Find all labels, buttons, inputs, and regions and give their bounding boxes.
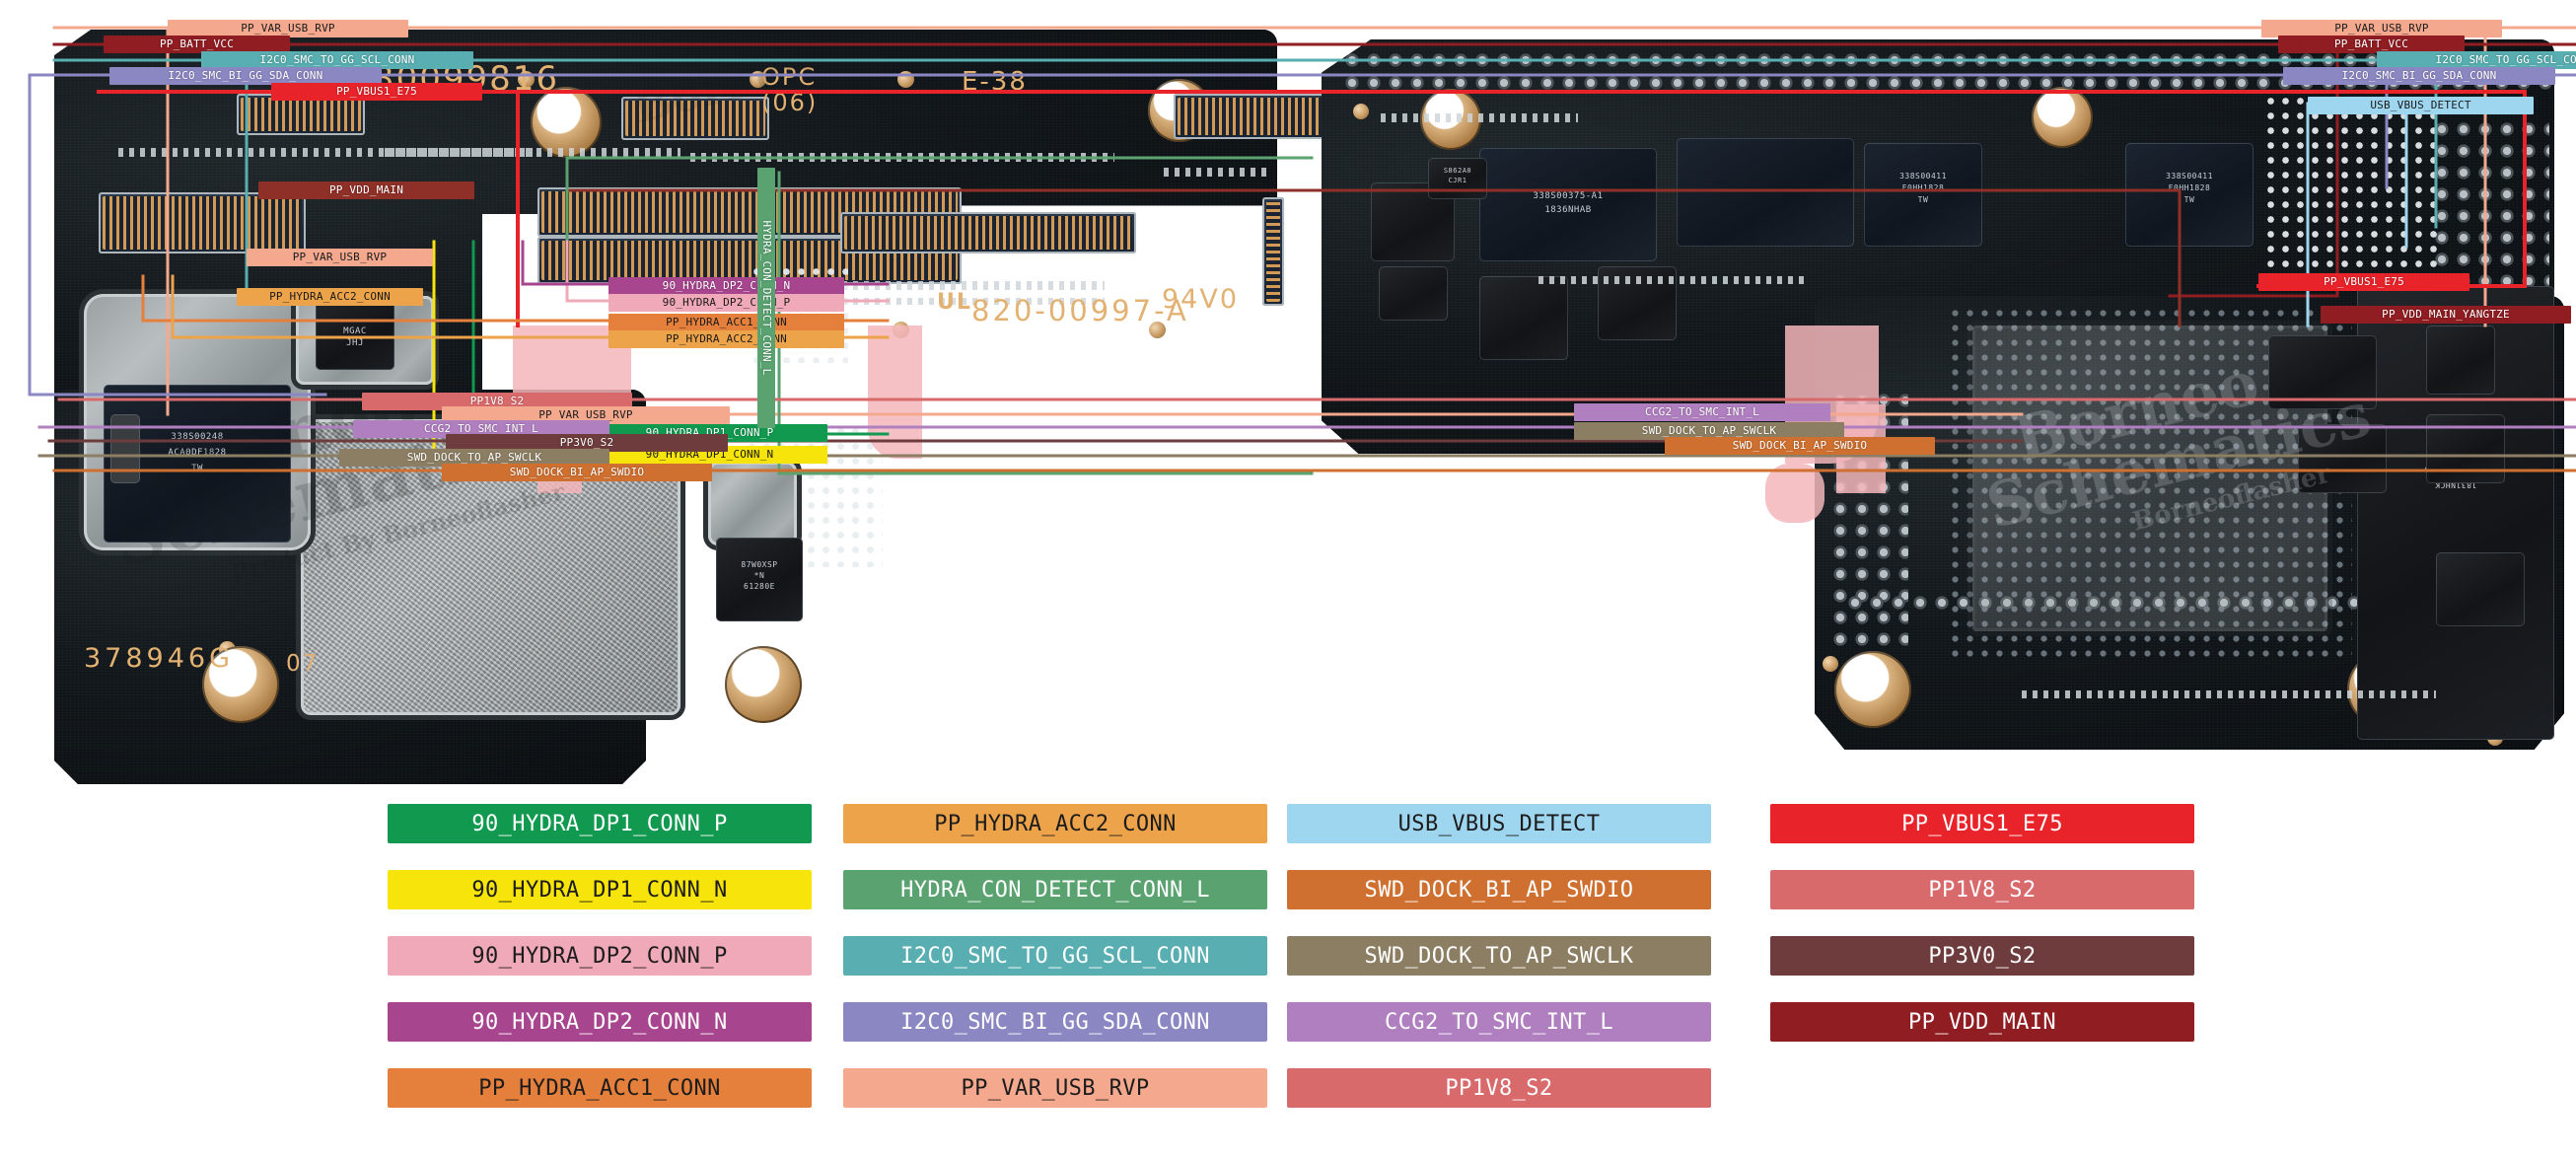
trace-label: PP_VBUS1_E75 [271, 83, 482, 101]
legend-item[interactable]: PP_HYDRA_ACC2_CONN [843, 804, 1267, 843]
trace-label: PP_VDD_MAIN_YANGTZE [2321, 306, 2571, 324]
legend-item[interactable]: I2C0_SMC_TO_GG_SCL_CONN [843, 936, 1267, 976]
trace-label: HYDRA_CON_DETECT_CONN_L [757, 168, 775, 428]
silk-rev: E-38 [962, 67, 1028, 97]
legend-item[interactable]: I2C0_SMC_BI_GG_SDA_CONN [843, 1002, 1267, 1042]
trace-label: 90_HYDRA_DP2_CONN_N [608, 277, 844, 295]
chip-338S00375: 338S00375-A1 1836NHAB [1479, 148, 1657, 261]
chip-line2: CJR1 [1448, 177, 1467, 184]
legend-item[interactable]: USB_VBUS_DETECT [1287, 804, 1711, 843]
chip-line3: TW [1917, 195, 1929, 204]
chip-line2: *N [753, 571, 765, 580]
legend-item[interactable]: 90_HYDRA_DP1_CONN_P [388, 804, 812, 843]
silk-flammability: 94V0 [1162, 284, 1240, 315]
signal-legend: 90_HYDRA_DP1_CONN_P 90_HYDRA_DP1_CONN_N 90… [0, 804, 2576, 1159]
legend-item[interactable]: HYDRA_CON_DETECT_CONN_L [843, 870, 1267, 909]
trace-label: PP_HYDRA_ACC2_CONN [608, 330, 844, 348]
chip-line1: 338S00411 [1899, 172, 1947, 181]
legend-column-4: PP_VBUS1_E75 PP1V8_S2 PP3V0_S2 PP_VDD_MAIN [1770, 804, 2194, 1068]
trace-label: PP_VAR_USB_RVP [247, 249, 433, 266]
chip-line2: E0HH1828 [1901, 183, 1945, 192]
board-photo-area: 338S00248 ACA0DF1828 TW MGAC JHJ 87W0XSP… [0, 0, 2576, 784]
trace-label: PP_VBUS1_E75 [2258, 273, 2469, 291]
legend-column-2: PP_HYDRA_ACC2_CONN HYDRA_CON_DETECT_CONN_… [843, 804, 1267, 1134]
trace-label: USB_VBUS_DETECT [2308, 97, 2534, 114]
legend-item[interactable]: SWD_DOCK_TO_AP_SWCLK [1287, 936, 1711, 976]
chip-TAT20 [110, 414, 140, 483]
silk-opc: OPC [761, 63, 818, 91]
legend-item[interactable]: PP1V8_S2 [1770, 870, 2194, 909]
legend-item[interactable]: PP3V0_S2 [1770, 936, 2194, 976]
legend-item[interactable]: PP_VDD_MAIN [1770, 1002, 2194, 1042]
chip-338S00411-a: 338S00411 E0HH1828 TW [1864, 143, 1982, 247]
trace-label: PP_HYDRA_ACC1_CONN [608, 314, 844, 331]
chip-S862A0: S862A0 CJR1 [1428, 158, 1487, 199]
board-diagram-page: 338S00248 ACA0DF1828 TW MGAC JHJ 87W0XSP… [0, 0, 2576, 1159]
chip-line2: E0HH1828 [2168, 183, 2211, 192]
chip-line1: 338S00411 [2166, 172, 2213, 181]
chip-line1: MGAC [343, 326, 367, 336]
chip-line2: 1836NHAB [1544, 205, 1592, 215]
trace-label: SWD_DOCK_BI_AP_SWDIO [1665, 437, 1935, 455]
legend-item[interactable]: CCG2_TO_SMC_INT_L [1287, 1002, 1711, 1042]
legend-item[interactable]: 90_HYDRA_DP1_CONN_N [388, 870, 812, 909]
silk-opc-rev: (06) [761, 89, 819, 116]
chip-338S00411-b: 338S00411 E0HH1828 TW [2125, 143, 2254, 247]
trace-label: PP_HYDRA_ACC2_CONN [237, 288, 423, 306]
chip-line3: 61280E [744, 582, 775, 591]
trace-label: CCG2_TO_SMC_INT_L [1574, 403, 1830, 421]
silk-batch: 378946G [84, 643, 234, 674]
legend-item[interactable]: PP_VAR_USB_RVP [843, 1068, 1267, 1108]
legend-item[interactable]: SWD_DOCK_BI_AP_SWDIO [1287, 870, 1711, 909]
chip-line1: 87W0XSP [741, 560, 778, 569]
legend-item[interactable]: PP_HYDRA_ACC1_CONN [388, 1068, 812, 1108]
legend-item[interactable]: 90_HYDRA_DP2_CONN_N [388, 1002, 812, 1042]
trace-label: I2C0_SMC_BI_GG_SDA_CONN [2283, 67, 2555, 85]
ul-mark-icon: UL [937, 290, 972, 315]
chip-line3: TW [2183, 195, 2195, 204]
trace-label: PP_VDD_MAIN [258, 181, 474, 199]
trace-label: SWD_DOCK_BI_AP_SWDIO [442, 464, 712, 481]
silk-part-number: 820-00997-A [971, 294, 1189, 327]
silk-batch-suffix: 07 [286, 651, 320, 677]
legend-column-1: 90_HYDRA_DP1_CONN_P 90_HYDRA_DP1_CONN_N 90… [388, 804, 812, 1134]
legend-column-3: USB_VBUS_DETECT SWD_DOCK_BI_AP_SWDIO SWD_D… [1287, 804, 1711, 1134]
chip-line2: JHJ [346, 338, 364, 348]
chip-87W0XSP: 87W0XSP *N 61280E [716, 538, 803, 621]
legend-item[interactable]: PP1V8_S2 [1287, 1068, 1711, 1108]
legend-item[interactable]: 90_HYDRA_DP2_CONN_P [388, 936, 812, 976]
trace-label: 90_HYDRA_DP2_CONN_P [608, 294, 844, 312]
chip-line1: 338S00375-A1 [1533, 191, 1604, 201]
legend-item[interactable]: PP_VBUS1_E75 [1770, 804, 2194, 843]
chip-MGAC: MGAC JHJ [316, 301, 394, 370]
